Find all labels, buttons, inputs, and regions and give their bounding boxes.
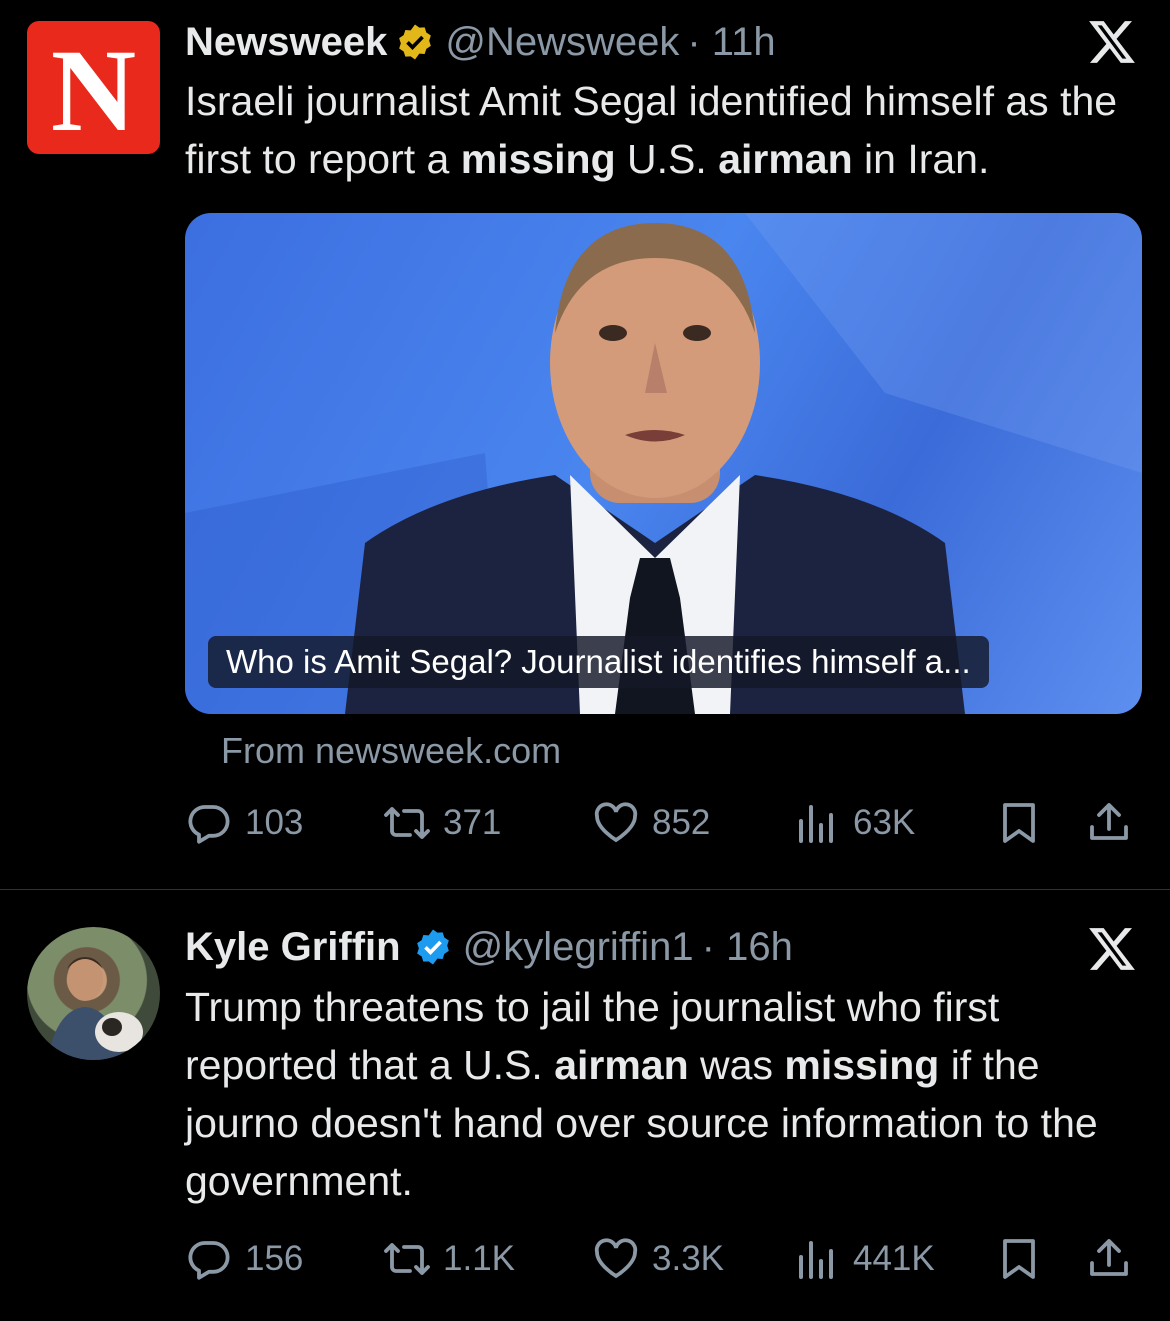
text-bold-segment: missing (460, 136, 616, 182)
verified-blue-badge-icon (416, 929, 449, 965)
x-logo-icon (1089, 928, 1135, 970)
heart-icon (594, 802, 638, 843)
newsweek-logo-letter: N (50, 24, 137, 156)
text-segment: in Iran. (852, 136, 990, 182)
post-time: · 11h (687, 19, 776, 64)
like-count: 3.3K (652, 1239, 724, 1278)
like-button[interactable]: 852 (592, 793, 710, 853)
bookmark-button[interactable] (995, 1229, 1055, 1289)
bookmark-icon (1003, 803, 1035, 843)
speech-bubble-icon (188, 805, 230, 844)
views-button[interactable]: 441K (793, 1229, 935, 1289)
profile-photo (47, 957, 143, 1060)
link-card-image[interactable]: Who is Amit Segal? Journalist identifies… (185, 213, 1142, 714)
view-count: 63K (853, 803, 916, 842)
repost-button[interactable]: 371 (383, 793, 501, 853)
tweet-header: Newsweek @Newsweek · 11h (185, 18, 776, 66)
share-button[interactable] (1085, 1229, 1145, 1289)
repost-arrows-icon (384, 1243, 430, 1275)
share-button[interactable] (1085, 793, 1145, 853)
post-time: · 16h (701, 924, 793, 969)
bar-chart-icon (799, 1241, 833, 1279)
repost-count: 1.1K (443, 1239, 515, 1278)
tweet-text: Israeli journalist Amit Segal identified… (185, 72, 1155, 188)
text-bold-segment: airman (554, 1042, 689, 1088)
text-bold-segment: missing (784, 1042, 940, 1088)
tweet-text: Trump threatens to jail the journalist w… (185, 978, 1145, 1210)
bar-chart-icon (799, 805, 833, 843)
repost-arrows-icon (384, 807, 430, 839)
action-bar: 156 1.1K 3.3K 441K (185, 1229, 1135, 1289)
kyle-griffin-avatar[interactable] (27, 927, 160, 1060)
like-button[interactable]: 3.3K (592, 1229, 724, 1289)
author-name[interactable]: Newsweek (185, 20, 387, 65)
share-upload-icon (1090, 1239, 1128, 1276)
bookmark-icon (1003, 1239, 1035, 1279)
repost-count: 371 (443, 803, 502, 842)
x-logo-icon (1089, 21, 1135, 63)
bookmark-button[interactable] (995, 793, 1055, 853)
like-count: 852 (652, 803, 711, 842)
reply-count: 156 (245, 1239, 304, 1278)
views-button[interactable]: 63K (793, 793, 915, 853)
heart-icon (594, 1238, 638, 1279)
reply-button[interactable]: 156 (185, 1229, 303, 1289)
action-bar: 103 371 852 63K (185, 793, 1135, 853)
link-source[interactable]: From newsweek.com (221, 730, 561, 772)
repost-button[interactable]: 1.1K (383, 1229, 515, 1289)
text-bold-segment: airman (718, 136, 853, 182)
text-segment: U.S. (615, 136, 719, 182)
view-count: 441K (853, 1239, 935, 1278)
reply-button[interactable]: 103 (185, 793, 303, 853)
reply-count: 103 (245, 803, 304, 842)
author-name[interactable]: Kyle Griffin (185, 925, 401, 970)
tweet-divider (0, 889, 1170, 890)
newsweek-avatar[interactable]: N (27, 21, 160, 154)
tweet-header: Kyle Griffin @kylegriffin1 · 16h (185, 922, 793, 972)
speech-bubble-icon (188, 1241, 230, 1280)
verified-gold-badge-icon (399, 24, 432, 60)
share-upload-icon (1090, 803, 1128, 840)
author-handle[interactable]: @kylegriffin1 (463, 925, 694, 970)
text-segment: was (688, 1042, 785, 1088)
link-card-title: Who is Amit Segal? Journalist identifies… (208, 636, 989, 688)
author-handle[interactable]: @Newsweek (445, 20, 679, 65)
